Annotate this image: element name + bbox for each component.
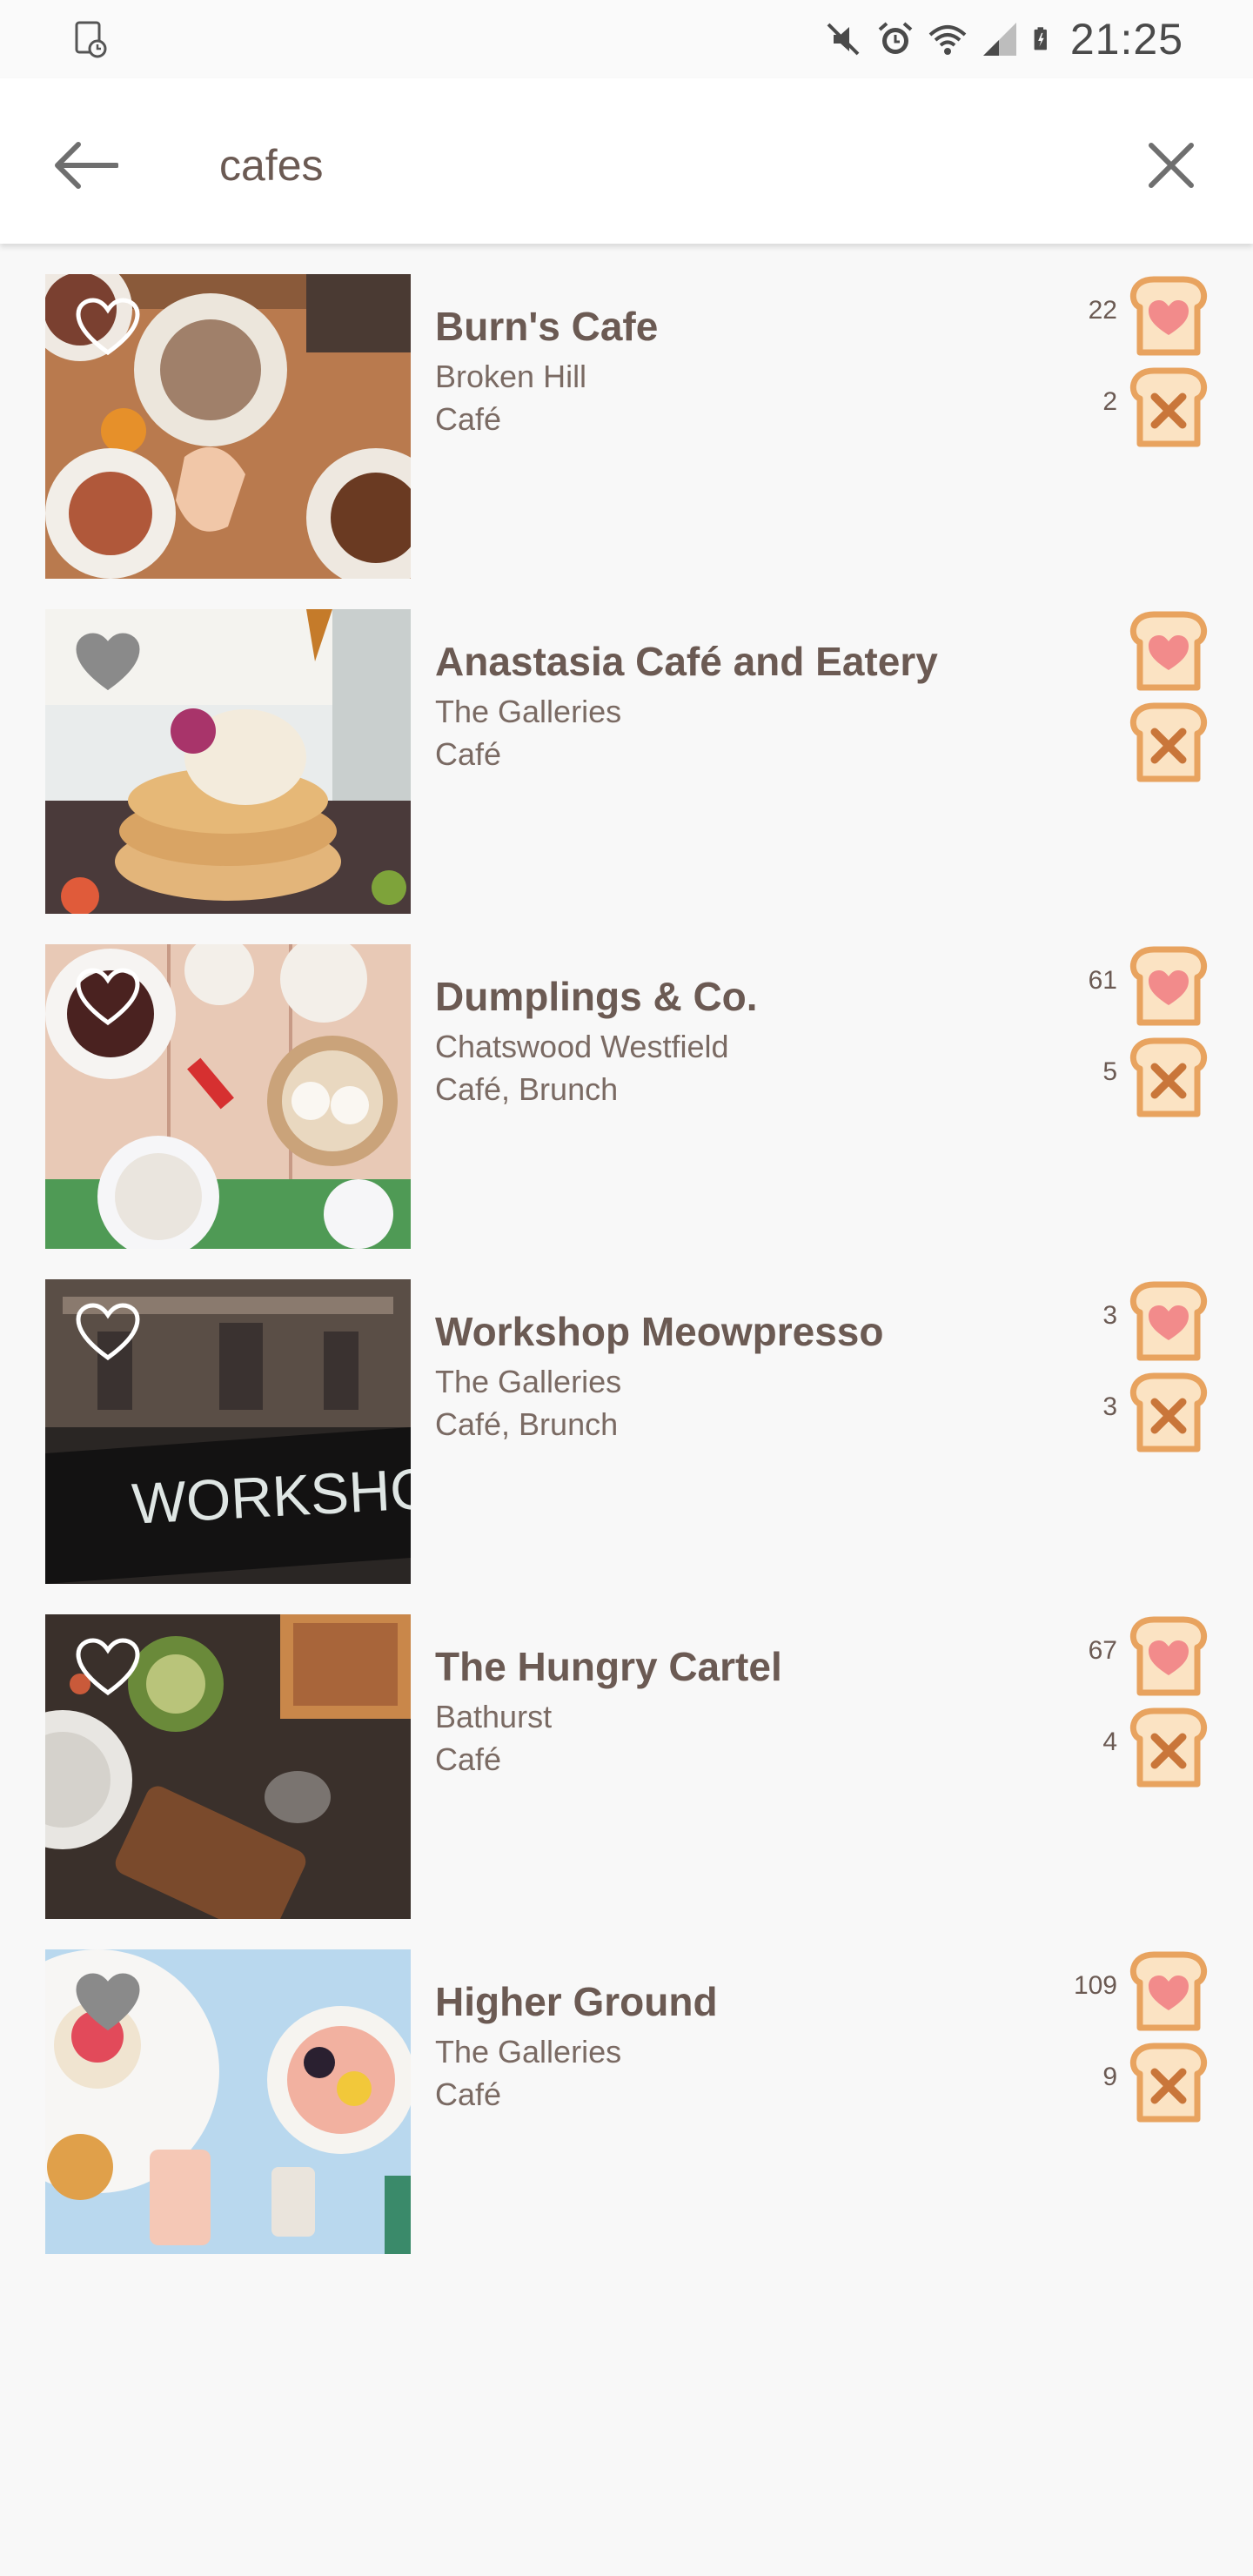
like-count: 3 bbox=[1102, 1301, 1117, 1330]
favorite-heart-icon[interactable] bbox=[75, 1302, 141, 1363]
toast-x-icon[interactable] bbox=[1128, 1036, 1209, 1117]
venue-name: Burn's Cafe bbox=[435, 304, 659, 349]
list-item[interactable]: Burn's Cafe Broken Hill Café 22 2 bbox=[0, 261, 1253, 596]
list-item[interactable]: The Hungry Cartel Bathurst Café 67 4 bbox=[0, 1601, 1253, 1936]
venue-name: Dumplings & Co. bbox=[435, 974, 758, 1019]
screen-record-icon bbox=[75, 21, 107, 58]
venue-photo bbox=[45, 274, 411, 579]
alarm-icon bbox=[878, 22, 913, 54]
like-count: 67 bbox=[1088, 1636, 1117, 1665]
venue-location: The Galleries bbox=[435, 2034, 622, 2070]
venue-photo bbox=[45, 609, 411, 914]
toast-x-icon[interactable] bbox=[1128, 2041, 1209, 2123]
venue-category: Café bbox=[435, 1741, 502, 1777]
signal-icon bbox=[982, 23, 1016, 56]
mute-icon bbox=[827, 23, 860, 56]
favorite-heart-icon[interactable] bbox=[75, 1972, 141, 2033]
favorite-heart-icon[interactable] bbox=[75, 1637, 141, 1698]
venue-location: The Galleries bbox=[435, 1364, 622, 1399]
dislike-count: 4 bbox=[1102, 1727, 1117, 1756]
venue-photo bbox=[45, 944, 411, 1249]
venue-name: Workshop Meowpresso bbox=[435, 1309, 884, 1354]
venue-location: Broken Hill bbox=[435, 359, 587, 394]
venue-category: Café, Brunch bbox=[435, 1071, 619, 1107]
list-item[interactable]: Dumplings & Co. Chatswood Westfield Café… bbox=[0, 931, 1253, 1266]
battery-icon bbox=[1034, 27, 1047, 50]
venue-category: Café, Brunch bbox=[435, 1406, 619, 1442]
venue-name: The Hungry Cartel bbox=[435, 1644, 782, 1689]
toast-heart-icon[interactable] bbox=[1128, 1614, 1209, 1696]
dislike-count: 2 bbox=[1102, 387, 1117, 416]
toast-heart-icon[interactable] bbox=[1128, 274, 1209, 356]
toast-x-icon[interactable] bbox=[1128, 1706, 1209, 1788]
dislike-count: 3 bbox=[1102, 1392, 1117, 1421]
clock: 21:25 bbox=[1069, 15, 1183, 64]
dislike-count: 9 bbox=[1102, 2063, 1117, 2091]
favorite-heart-icon[interactable] bbox=[75, 967, 141, 1028]
clear-search-button[interactable] bbox=[1129, 124, 1213, 207]
venue-category: Café bbox=[435, 736, 502, 772]
toast-heart-icon[interactable] bbox=[1128, 1279, 1209, 1361]
dislike-count: 5 bbox=[1102, 1057, 1117, 1086]
venue-photo bbox=[45, 1949, 411, 2254]
arrow-left-icon bbox=[55, 142, 118, 189]
favorite-heart-icon[interactable] bbox=[75, 297, 141, 358]
venue-name: Higher Ground bbox=[435, 1979, 718, 2024]
favorite-heart-icon[interactable] bbox=[75, 632, 141, 693]
list-item[interactable]: Anastasia Café and Eatery The Galleries … bbox=[0, 596, 1253, 931]
wifi-icon bbox=[928, 25, 967, 55]
venue-location: Bathurst bbox=[435, 1699, 553, 1734]
venue-category: Café bbox=[435, 401, 502, 437]
like-count: 22 bbox=[1088, 296, 1117, 325]
venue-photo bbox=[45, 1614, 411, 1919]
toast-x-icon[interactable] bbox=[1128, 1371, 1209, 1452]
list-item[interactable]: Higher Ground The Galleries Café 109 9 bbox=[0, 1936, 1253, 2271]
toast-x-icon[interactable] bbox=[1128, 366, 1209, 447]
venue-location: The Galleries bbox=[435, 694, 622, 729]
search-bar bbox=[0, 78, 1253, 244]
back-button[interactable] bbox=[44, 124, 127, 207]
results-list: Burn's Cafe Broken Hill Café 22 2 Anasta… bbox=[0, 261, 1253, 2271]
search-input[interactable] bbox=[219, 124, 1107, 207]
status-bar: 21:25 bbox=[0, 0, 1253, 78]
venue-location: Chatswood Westfield bbox=[435, 1029, 729, 1064]
venue-name: Anastasia Café and Eatery bbox=[435, 639, 938, 684]
toast-heart-icon[interactable] bbox=[1128, 1949, 1209, 2031]
list-item[interactable]: WORKSHO Workshop Meowpresso The Gallerie… bbox=[0, 1266, 1253, 1601]
like-count: 61 bbox=[1088, 966, 1117, 995]
toast-heart-icon[interactable] bbox=[1128, 609, 1209, 691]
close-icon bbox=[1149, 143, 1194, 188]
like-count: 109 bbox=[1073, 1971, 1117, 2000]
toast-x-icon[interactable] bbox=[1128, 701, 1209, 782]
toast-heart-icon[interactable] bbox=[1128, 944, 1209, 1026]
venue-category: Café bbox=[435, 2076, 502, 2112]
venue-photo: WORKSHO bbox=[45, 1279, 411, 1584]
